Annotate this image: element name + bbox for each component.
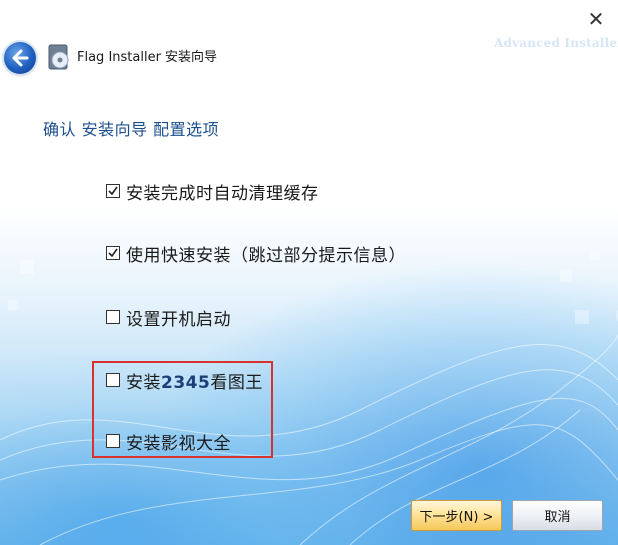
option-label: 设置开机启动	[126, 309, 231, 330]
back-arrow-icon	[12, 49, 29, 67]
checkbox-unchecked-icon[interactable]	[106, 310, 120, 324]
checkbox-checked-icon[interactable]	[106, 246, 120, 260]
close-icon: ✕	[587, 7, 605, 31]
option-label: 使用快速安装（跳过部分提示信息）	[126, 245, 406, 266]
option-label: 安装完成时自动清理缓存	[126, 183, 319, 204]
page-heading: 确认 安装向导 配置选项	[43, 120, 220, 139]
window-title: Flag Installer 安装向导	[77, 50, 218, 65]
background	[0, 0, 618, 545]
close-button[interactable]: ✕	[586, 9, 606, 29]
option-auto-clean-cache[interactable]: 安装完成时自动清理缓存	[106, 180, 319, 204]
option-startup[interactable]: 设置开机启动	[106, 306, 231, 330]
installer-disc-icon	[48, 44, 69, 70]
checkbox-checked-icon[interactable]	[106, 184, 120, 198]
back-button[interactable]	[4, 42, 36, 74]
cancel-button[interactable]: 取消	[512, 500, 603, 531]
brand-watermark: Advanced Installer	[494, 36, 618, 50]
next-button[interactable]: 下一步(N) >	[411, 500, 502, 531]
highlight-box	[92, 361, 273, 458]
option-quick-install[interactable]: 使用快速安装（跳过部分提示信息）	[106, 242, 406, 266]
